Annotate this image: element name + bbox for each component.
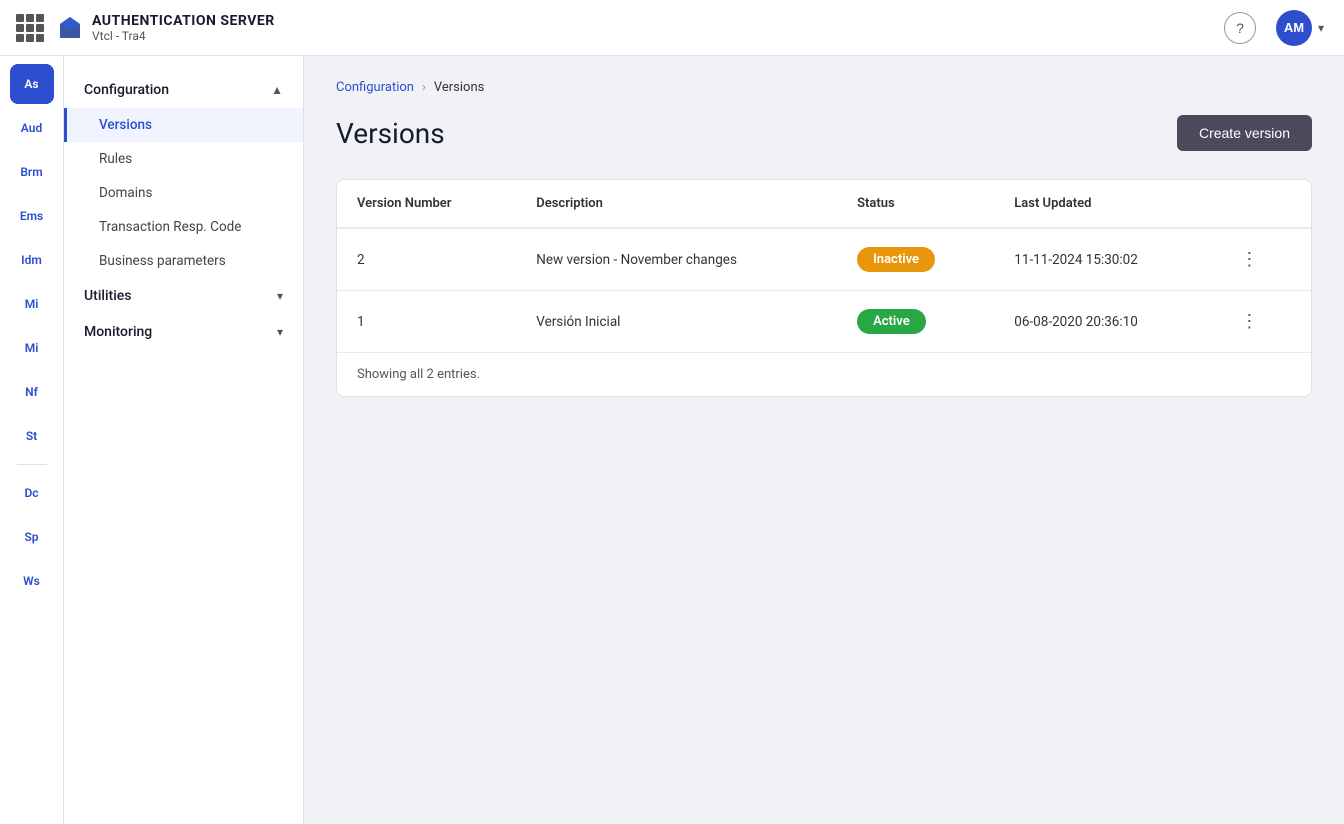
status-cell: Inactive bbox=[837, 228, 994, 291]
nav-item-business-parameters[interactable]: Business parameters bbox=[64, 244, 303, 278]
chevron-down-icon: ▾ bbox=[1318, 21, 1324, 35]
nav-section-monitoring-label: Monitoring bbox=[84, 324, 152, 340]
last-updated-cell: 06-08-2020 20:36:10 bbox=[994, 291, 1212, 353]
page-title: Versions bbox=[336, 117, 445, 150]
logo-icon bbox=[56, 14, 84, 42]
row-actions-button[interactable]: ⋮ bbox=[1232, 307, 1266, 336]
breadcrumb-configuration[interactable]: Configuration bbox=[336, 80, 414, 95]
sidebar-icon-ems[interactable]: Ems bbox=[10, 196, 54, 236]
nav-chevron-monitoring: ▾ bbox=[277, 325, 283, 339]
nav-chevron-utilities: ▾ bbox=[277, 289, 283, 303]
top-header: AUTHENTICATION SERVER Vtcl - Tra4 ? AM ▾ bbox=[0, 0, 1344, 56]
body: As Aud Brm Ems Idm Mi Mi Nf St Dc Sp Ws … bbox=[0, 56, 1344, 824]
nav-item-rules[interactable]: Rules bbox=[64, 142, 303, 176]
left-nav: Configuration ▲ Versions Rules Domains T… bbox=[64, 56, 304, 824]
sidebar-icon-ws[interactable]: Ws bbox=[10, 561, 54, 601]
icon-sidebar: As Aud Brm Ems Idm Mi Mi Nf St Dc Sp Ws bbox=[0, 56, 64, 824]
sidebar-icon-st[interactable]: St bbox=[10, 416, 54, 456]
breadcrumb-separator: › bbox=[422, 80, 426, 95]
description-cell: Versión Inicial bbox=[516, 291, 837, 353]
app-title: AUTHENTICATION SERVER Vtcl - Tra4 bbox=[92, 13, 275, 43]
row-actions-button[interactable]: ⋮ bbox=[1232, 245, 1266, 274]
versions-table-card: Version Number Description Status Last U… bbox=[336, 179, 1312, 397]
table-header: Version Number Description Status Last U… bbox=[337, 180, 1311, 228]
status-badge: Inactive bbox=[857, 247, 935, 272]
nav-section-monitoring[interactable]: Monitoring ▾ bbox=[64, 314, 303, 350]
sidebar-icon-aud[interactable]: Aud bbox=[10, 108, 54, 148]
logo-area: AUTHENTICATION SERVER Vtcl - Tra4 bbox=[56, 13, 275, 43]
nav-section-configuration-label: Configuration bbox=[84, 82, 169, 98]
nav-item-transaction-resp-code[interactable]: Transaction Resp. Code bbox=[64, 210, 303, 244]
header-right: ? AM ▾ bbox=[1224, 6, 1328, 50]
breadcrumb-versions: Versions bbox=[434, 80, 484, 95]
header-left: AUTHENTICATION SERVER Vtcl - Tra4 bbox=[16, 13, 275, 43]
nav-item-versions[interactable]: Versions bbox=[64, 108, 303, 142]
sidebar-icon-idm[interactable]: Idm bbox=[10, 240, 54, 280]
status-badge: Active bbox=[857, 309, 926, 334]
nav-section-configuration[interactable]: Configuration ▲ bbox=[64, 72, 303, 108]
sidebar-icon-mi1[interactable]: Mi bbox=[10, 284, 54, 324]
app-sub: Vtcl - Tra4 bbox=[92, 29, 275, 43]
col-description: Description bbox=[516, 180, 837, 228]
col-last-updated: Last Updated bbox=[994, 180, 1212, 228]
col-status: Status bbox=[837, 180, 994, 228]
col-version-number: Version Number bbox=[337, 180, 516, 228]
table-row: 1 Versión Inicial Active 06-08-2020 20:3… bbox=[337, 291, 1311, 353]
sidebar-icon-as[interactable]: As bbox=[10, 64, 54, 104]
app-name: AUTHENTICATION SERVER bbox=[92, 13, 275, 29]
description-cell: New version - November changes bbox=[516, 228, 837, 291]
create-version-button[interactable]: Create version bbox=[1177, 115, 1312, 151]
sidebar-icon-mi2[interactable]: Mi bbox=[10, 328, 54, 368]
breadcrumb: Configuration › Versions bbox=[336, 80, 1312, 95]
nav-section-utilities[interactable]: Utilities ▾ bbox=[64, 278, 303, 314]
col-actions bbox=[1212, 180, 1311, 228]
page-header: Versions Create version bbox=[336, 115, 1312, 151]
table-body: 2 New version - November changes Inactiv… bbox=[337, 228, 1311, 352]
sidebar-icon-dc[interactable]: Dc bbox=[10, 473, 54, 513]
table-footer: Showing all 2 entries. bbox=[337, 352, 1311, 396]
version-number-cell: 2 bbox=[337, 228, 516, 291]
actions-cell: ⋮ bbox=[1212, 291, 1311, 353]
versions-table: Version Number Description Status Last U… bbox=[337, 180, 1311, 352]
status-cell: Active bbox=[837, 291, 994, 353]
sidebar-divider bbox=[17, 464, 47, 465]
help-button[interactable]: ? bbox=[1224, 12, 1256, 44]
main-content: Configuration › Versions Versions Create… bbox=[304, 56, 1344, 824]
nav-section-utilities-label: Utilities bbox=[84, 288, 131, 304]
nav-item-domains[interactable]: Domains bbox=[64, 176, 303, 210]
sidebar-icon-brm[interactable]: Brm bbox=[10, 152, 54, 192]
user-avatar: AM bbox=[1276, 10, 1312, 46]
sidebar-icon-sp[interactable]: Sp bbox=[10, 517, 54, 557]
sidebar-icon-nf[interactable]: Nf bbox=[10, 372, 54, 412]
table-row: 2 New version - November changes Inactiv… bbox=[337, 228, 1311, 291]
nav-chevron-configuration: ▲ bbox=[271, 83, 283, 97]
grid-menu-icon[interactable] bbox=[16, 14, 44, 42]
version-number-cell: 1 bbox=[337, 291, 516, 353]
actions-cell: ⋮ bbox=[1212, 228, 1311, 291]
user-menu-button[interactable]: AM ▾ bbox=[1272, 6, 1328, 50]
last-updated-cell: 11-11-2024 15:30:02 bbox=[994, 228, 1212, 291]
